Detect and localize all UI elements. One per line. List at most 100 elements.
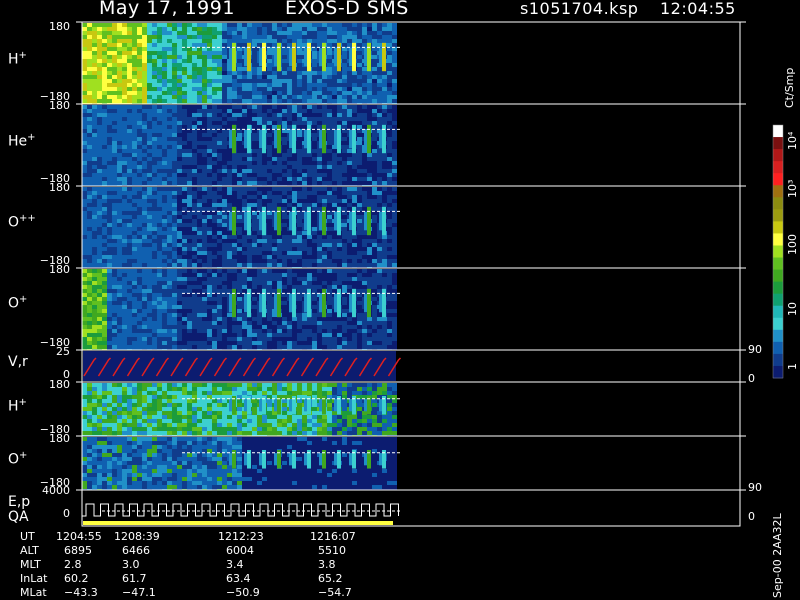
heatmap-cell xyxy=(172,137,177,141)
heatmap-cell xyxy=(172,297,177,301)
heatmap-cell xyxy=(217,305,222,309)
heatmap-cell xyxy=(107,87,112,91)
heatmap-cell xyxy=(122,87,127,91)
heatmap-cell xyxy=(242,169,247,173)
heatmap-cell xyxy=(242,341,247,345)
heatmap-cell xyxy=(352,243,357,247)
heatmap-cell xyxy=(367,247,372,251)
heatmap-cell xyxy=(357,67,362,71)
heatmap-cell xyxy=(102,67,107,71)
heatmap-cell xyxy=(117,317,122,321)
heatmap-cell xyxy=(102,207,107,211)
heatmap-cell xyxy=(177,91,182,95)
heatmap-cell xyxy=(212,133,217,137)
heatmap-cell xyxy=(302,113,307,117)
heatmap-cell xyxy=(147,87,152,91)
heatmap-cell xyxy=(107,71,112,75)
heatmap-cell xyxy=(162,113,167,117)
heatmap-cell xyxy=(132,325,137,329)
heatmap-cell xyxy=(307,121,312,125)
heatmap-cell xyxy=(212,231,217,235)
heatmap-cell xyxy=(117,55,122,59)
heatmap-cell xyxy=(192,207,197,211)
heatmap-cell xyxy=(117,325,122,329)
heatmap-cell xyxy=(302,269,307,273)
heatmap-cell xyxy=(312,75,317,79)
heatmap-cell xyxy=(297,177,302,181)
heatmap-cell xyxy=(342,187,347,191)
heatmap-cell xyxy=(147,223,152,227)
heatmap-cell xyxy=(367,161,372,165)
heatmap-cell xyxy=(217,27,222,31)
heatmap-cell xyxy=(197,333,202,337)
heatmap-cell xyxy=(247,161,252,165)
heatmap-cell xyxy=(212,117,217,121)
heatmap-cell xyxy=(292,173,297,177)
heatmap-cell xyxy=(142,181,147,185)
heatmap-cell xyxy=(342,83,347,87)
heatmap-cell xyxy=(87,251,92,255)
heatmap-cell xyxy=(102,297,107,301)
heatmap-cell xyxy=(217,59,222,63)
heatmap-cell xyxy=(277,113,282,117)
heatmap-cell xyxy=(107,145,112,149)
heatmap-cell xyxy=(232,157,237,161)
heatmap-cell xyxy=(337,263,342,267)
heatmap-cell xyxy=(197,145,202,149)
heatmap-cell xyxy=(107,141,112,145)
heatmap-cell xyxy=(127,239,132,243)
heatmap-cell xyxy=(107,63,112,67)
heatmap-cell xyxy=(132,27,137,31)
heatmap-cell xyxy=(147,43,152,47)
heatmap-cell xyxy=(152,195,157,199)
heatmap-cell xyxy=(267,235,272,239)
heatmap-cell xyxy=(172,99,177,103)
heatmap-cell xyxy=(182,263,187,267)
heatmap-cell xyxy=(312,191,317,195)
heatmap-cell xyxy=(392,27,397,31)
heatmap-cell xyxy=(307,109,312,113)
heatmap-cell xyxy=(162,105,167,109)
heatmap-cell xyxy=(212,79,217,83)
heatmap-cell xyxy=(297,137,302,141)
heatmap-cell xyxy=(342,59,347,63)
heatmap-cell xyxy=(282,95,287,99)
heatmap-cell xyxy=(227,113,232,117)
heatmap-cell xyxy=(92,83,97,87)
heatmap-cell xyxy=(367,177,372,181)
heatmap-cell xyxy=(167,269,172,273)
heatmap-cell xyxy=(122,195,127,199)
heatmap-cell xyxy=(132,87,137,91)
heatmap-cell xyxy=(172,259,177,263)
heatmap-cell xyxy=(297,337,302,341)
heatmap-cell xyxy=(102,55,107,59)
heatmap-cell xyxy=(282,207,287,211)
heatmap-cell xyxy=(242,177,247,181)
heatmap-cell xyxy=(357,39,362,43)
heatmap-cell xyxy=(362,113,367,117)
heatmap-cell xyxy=(157,255,162,259)
heatmap-cell xyxy=(187,231,192,235)
heatmap-cell xyxy=(257,23,262,27)
heatmap-cell xyxy=(112,177,117,181)
heatmap-cell xyxy=(277,95,282,99)
heatmap-cell xyxy=(237,235,242,239)
heatmap-cell xyxy=(217,39,222,43)
heatmap-cell xyxy=(192,63,197,67)
heatmap-cell xyxy=(287,27,292,31)
heatmap-cell xyxy=(237,39,242,43)
heatmap-cell xyxy=(192,313,197,317)
heatmap-cell xyxy=(97,297,102,301)
heatmap-cell xyxy=(392,181,397,185)
heatmap-cell xyxy=(117,305,122,309)
heatmap-cell xyxy=(137,23,142,27)
heatmap-cell xyxy=(182,301,187,305)
heatmap-cell xyxy=(137,263,142,267)
heatmap-cell xyxy=(162,47,167,51)
heatmap-cell xyxy=(282,215,287,219)
heatmap-cell xyxy=(277,177,282,181)
heatmap-cell xyxy=(107,191,112,195)
heatmap-cell xyxy=(192,309,197,313)
heatmap-cell xyxy=(312,199,317,203)
heatmap-cell xyxy=(152,181,157,185)
